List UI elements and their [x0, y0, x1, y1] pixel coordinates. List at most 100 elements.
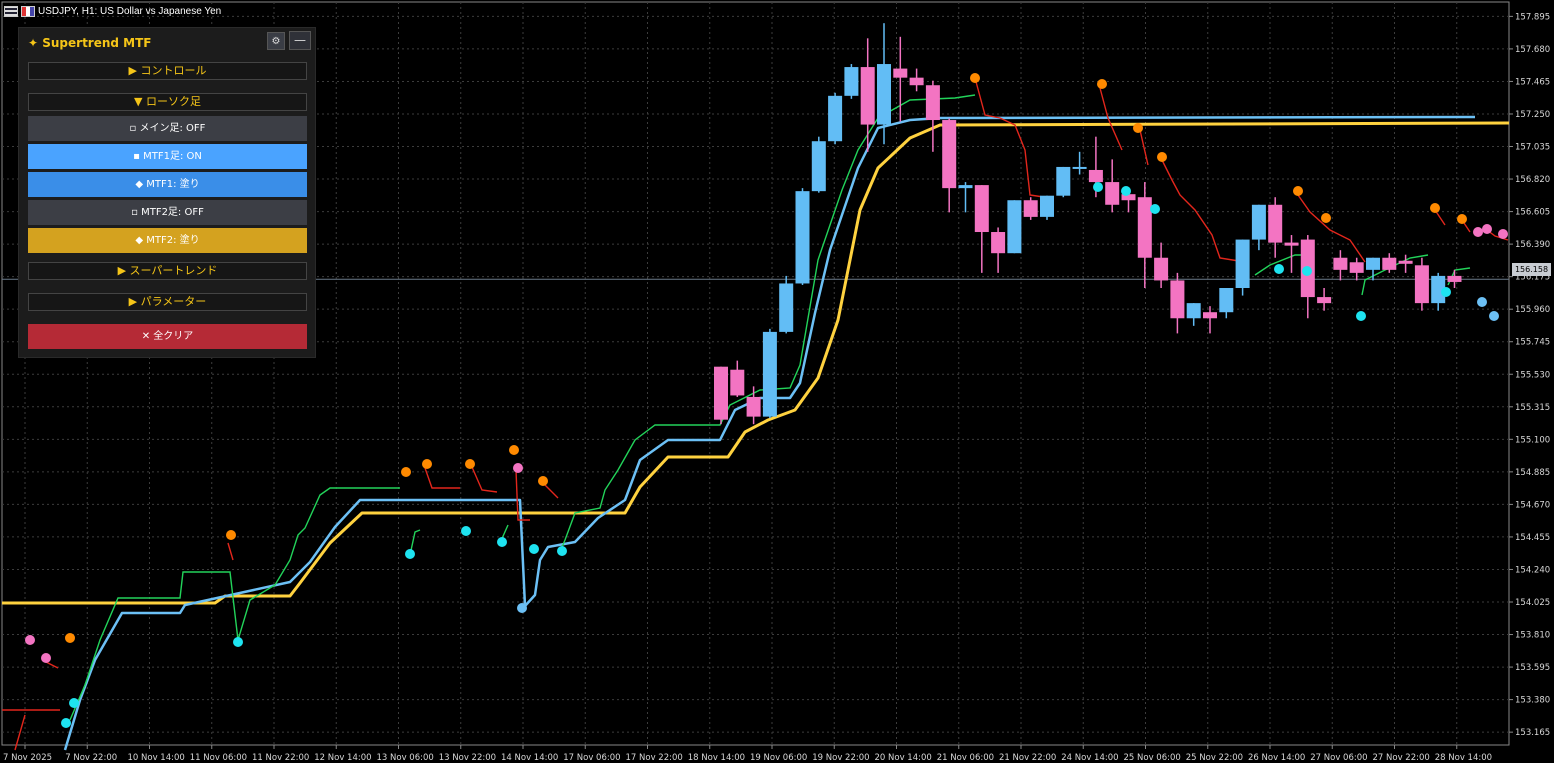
candle-body: [1366, 257, 1380, 270]
signal-dot: [1150, 204, 1160, 214]
signal-dot: [1457, 214, 1467, 224]
signal-dot: [1430, 203, 1440, 213]
minimize-button[interactable]: —: [289, 31, 311, 50]
candle-body: [1137, 197, 1152, 258]
candle-body: [1219, 288, 1234, 313]
candle-body: [1333, 257, 1348, 270]
time-tick-label: 13 Nov 06:00: [377, 753, 434, 763]
mtf2-candle-toggle[interactable]: ▫ MTF2足: OFF: [28, 200, 307, 225]
candle-body: [1251, 204, 1266, 240]
signal-dot: [401, 467, 411, 477]
candle-body: [1398, 260, 1413, 264]
time-tick-label: 18 Nov 14:00: [688, 753, 745, 763]
signal-dot: [970, 73, 980, 83]
time-tick-label: 12 Nov 14:00: [314, 753, 371, 763]
signal-dot: [513, 463, 523, 473]
time-tick-label: 21 Nov 22:00: [999, 753, 1056, 763]
time-tick-label: 26 Nov 14:00: [1248, 753, 1305, 763]
price-tick-label: 157.250: [1515, 110, 1550, 120]
panel-title: ✦ Supertrend MTF: [28, 36, 152, 50]
time-tick-label: 27 Nov 06:00: [1310, 753, 1367, 763]
price-tick-label: 153.810: [1515, 631, 1550, 641]
candle-body: [1382, 257, 1397, 270]
price-tick-label: 157.035: [1515, 143, 1550, 153]
candle-body: [1007, 200, 1022, 254]
candle-body: [795, 191, 810, 284]
time-tick-label: 17 Nov 06:00: [563, 753, 620, 763]
time-tick-label: 25 Nov 06:00: [1124, 753, 1181, 763]
candle-body: [714, 366, 728, 420]
time-tick-label: 21 Nov 06:00: [937, 753, 994, 763]
signal-dot: [1274, 264, 1284, 274]
time-tick-label: 14 Nov 14:00: [501, 753, 558, 763]
price-tick-label: 157.680: [1515, 45, 1550, 55]
candle-body: [1317, 297, 1332, 304]
candle-body: [974, 185, 989, 233]
candle-body: [1203, 312, 1217, 319]
candle-body: [1268, 204, 1283, 243]
signal-dot: [1121, 186, 1131, 196]
signal-dot: [65, 633, 75, 643]
signal-dot: [1356, 311, 1366, 321]
clear-all-button[interactable]: ✕ 全クリア: [28, 324, 307, 349]
section-control[interactable]: ▶ コントロール: [28, 62, 307, 80]
candle-body: [991, 232, 1006, 254]
time-tick-label: 11 Nov 22:00: [252, 753, 309, 763]
candle-body: [942, 120, 957, 189]
signal-dot: [517, 603, 527, 613]
candle-body: [828, 95, 843, 142]
price-tick-label: 154.455: [1515, 533, 1550, 543]
signal-dot: [461, 526, 471, 536]
candle-body: [893, 68, 908, 78]
signal-dot: [557, 546, 567, 556]
candle-body: [811, 141, 826, 192]
candle-body: [1088, 169, 1103, 183]
price-tick-label: 155.100: [1515, 435, 1550, 445]
signal-dot: [41, 653, 51, 663]
candle-body: [1170, 280, 1185, 319]
chart-title-bar: USDJPY, H1: US Dollar vs Japanese Yen: [4, 3, 221, 19]
gear-icon[interactable]: ⚙: [267, 32, 285, 50]
candle-body: [844, 67, 859, 96]
mtf1-candle-toggle[interactable]: ▪ MTF1足: ON: [28, 144, 307, 169]
price-tick-label: 154.025: [1515, 598, 1550, 608]
main-candle-toggle[interactable]: ▫ メイン足: OFF: [28, 116, 307, 141]
signal-dot: [1097, 79, 1107, 89]
price-tick-label: 156.605: [1515, 208, 1550, 218]
signal-dot: [529, 544, 539, 554]
candle-body: [1056, 166, 1071, 196]
chart-title: USDJPY, H1: US Dollar vs Japanese Yen: [38, 5, 222, 17]
candle-body: [909, 77, 924, 86]
signal-dot: [1302, 266, 1312, 276]
time-tick-label: 13 Nov 22:00: [439, 753, 496, 763]
signal-dot: [1477, 297, 1487, 307]
candle-body: [1023, 200, 1038, 217]
candle-body: [1447, 275, 1462, 282]
candle-body: [1186, 303, 1201, 319]
price-tick-label: 155.960: [1515, 305, 1550, 315]
chart-icon: [4, 5, 18, 17]
time-tick-label: 7 Nov 2025: [3, 753, 52, 763]
flag-icon: [21, 5, 35, 17]
signal-dot: [1441, 287, 1451, 297]
candle-body: [730, 369, 745, 396]
time-tick-label: 19 Nov 06:00: [750, 753, 807, 763]
mtf1-fill-toggle[interactable]: ◆ MTF1: 塗り: [28, 172, 307, 197]
signal-dot: [422, 459, 432, 469]
signal-dot: [1133, 123, 1143, 133]
signal-dot: [1293, 186, 1303, 196]
time-tick-label: 28 Nov 14:00: [1435, 753, 1492, 763]
candle-body: [1284, 242, 1299, 246]
signal-dot: [25, 635, 35, 645]
section-candle[interactable]: ▼ ローソク足: [28, 93, 307, 111]
signal-dot: [1321, 213, 1331, 223]
section-supertrend[interactable]: ▶ スーパートレンド: [28, 262, 307, 280]
candle-body: [925, 85, 940, 121]
mtf2-fill-toggle[interactable]: ◆ MTF2: 塗り: [28, 228, 307, 253]
signal-dot: [497, 537, 507, 547]
section-parameters[interactable]: ▶ パラメーター: [28, 293, 307, 311]
candle-body: [779, 283, 794, 332]
price-tick-label: 157.465: [1515, 77, 1550, 87]
signal-dot: [61, 718, 71, 728]
candle-body: [1414, 265, 1429, 304]
